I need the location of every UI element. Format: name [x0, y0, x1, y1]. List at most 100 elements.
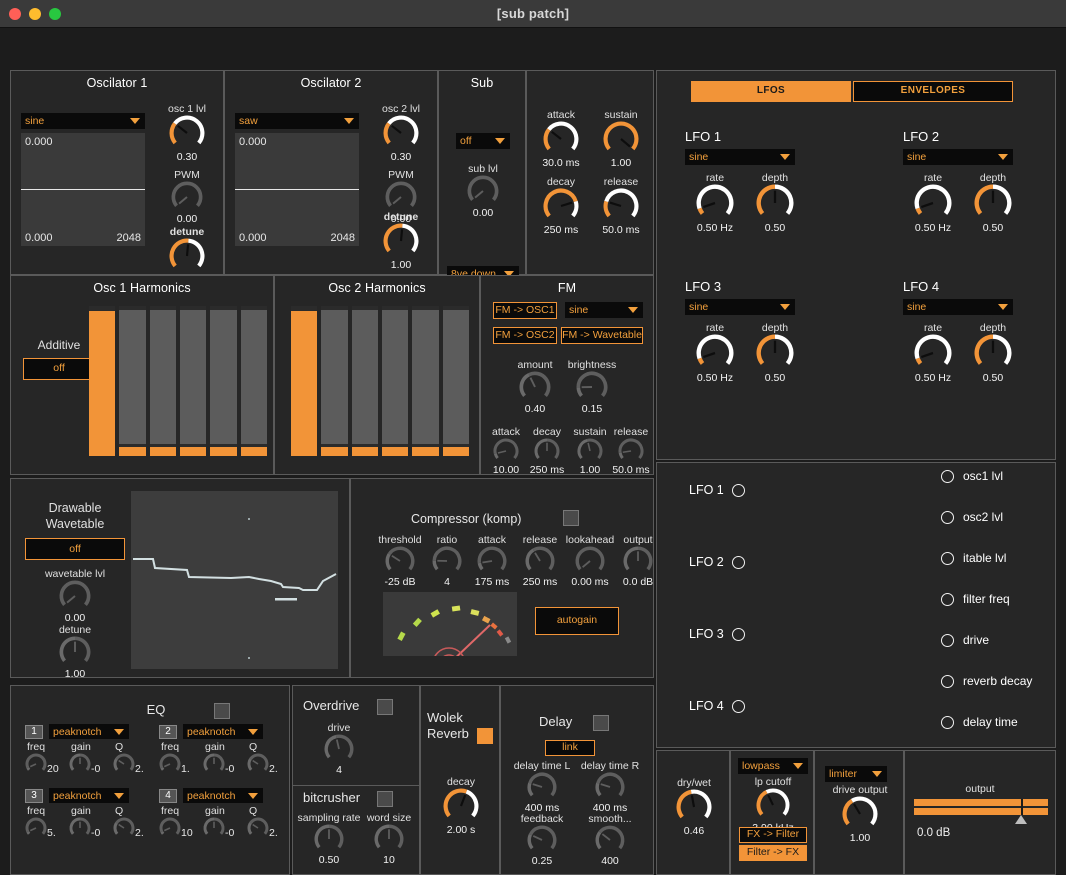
- compressor-lookahead-knob[interactable]: [561, 546, 619, 576]
- reverb-enable-toggle[interactable]: [477, 728, 493, 744]
- wavetable-toggle-button[interactable]: off: [25, 538, 125, 560]
- osc1-harmonic-slider-2[interactable]: [119, 306, 145, 456]
- osc2-pwm-knob[interactable]: [371, 181, 431, 213]
- maximize-icon[interactable]: [49, 8, 61, 20]
- drywet-knob[interactable]: [664, 789, 724, 825]
- osc2-detune-knob[interactable]: [371, 223, 431, 259]
- osc2-wavetable-display[interactable]: 0.000 0.000 2048: [235, 133, 359, 246]
- osc2-harmonic-slider-1[interactable]: [291, 306, 317, 456]
- fm-attack-knob[interactable]: [485, 438, 527, 464]
- mod-source-radio-4[interactable]: [732, 700, 745, 713]
- lfo-2-depth-knob[interactable]: [963, 184, 1023, 222]
- sub-enable-select[interactable]: off: [456, 133, 510, 149]
- wavetable-draw-canvas[interactable]: [131, 491, 338, 669]
- lfo-3-depth-knob[interactable]: [745, 334, 805, 372]
- eq-enable-toggle[interactable]: [214, 703, 230, 719]
- compressor-ratio-knob[interactable]: [426, 546, 468, 576]
- bitcrusher-wordsize-knob[interactable]: [359, 824, 419, 854]
- eq-band-2-q-knob[interactable]: [247, 753, 269, 775]
- fm-decay-knob[interactable]: [526, 438, 568, 464]
- filter-to-fx-button[interactable]: Filter -> FX: [739, 845, 807, 861]
- osc1-detune-knob[interactable]: [157, 238, 217, 274]
- delay-time-r-knob[interactable]: [575, 772, 645, 802]
- mod-dest-radio-3[interactable]: [941, 552, 954, 565]
- fx-to-filter-button[interactable]: FX -> Filter: [739, 827, 807, 843]
- compressor-output-knob[interactable]: [615, 546, 661, 576]
- osc1-waveform-select[interactable]: sine: [21, 113, 145, 129]
- tab-lfos[interactable]: LFOS: [691, 81, 851, 102]
- eq-band-3-q-knob[interactable]: [113, 817, 135, 839]
- overdrive-drive-knob[interactable]: [311, 734, 367, 764]
- mod-dest-radio-7[interactable]: [941, 716, 954, 729]
- eq-band-3-type-select[interactable]: peaknotch: [49, 788, 129, 803]
- eq-band-4-gain-knob[interactable]: [203, 817, 225, 839]
- mod-dest-radio-6[interactable]: [941, 675, 954, 688]
- delay-enable-toggle[interactable]: [593, 715, 609, 731]
- osc2-harmonic-slider-3[interactable]: [352, 306, 378, 456]
- amp-release-knob[interactable]: [591, 188, 651, 224]
- delay-smoothing-knob[interactable]: [575, 825, 645, 855]
- eq-band-1-freq-knob[interactable]: [25, 753, 47, 775]
- delay-feedback-knob[interactable]: [509, 825, 575, 855]
- lfo-3-waveform-select[interactable]: sine: [685, 299, 795, 315]
- mod-source-radio-1[interactable]: [732, 484, 745, 497]
- mod-dest-radio-5[interactable]: [941, 634, 954, 647]
- eq-band-4-q-knob[interactable]: [247, 817, 269, 839]
- eq-band-4-type-select[interactable]: peaknotch: [183, 788, 263, 803]
- eq-band-1-type-select[interactable]: peaknotch: [49, 724, 129, 739]
- fm-brightness-knob[interactable]: [561, 371, 623, 403]
- osc1-harmonic-slider-5[interactable]: [210, 306, 236, 456]
- sub-level-knob[interactable]: [453, 175, 513, 207]
- minimize-icon[interactable]: [29, 8, 41, 20]
- amp-attack-knob[interactable]: [531, 121, 591, 157]
- eq-band-4-freq-knob[interactable]: [159, 817, 181, 839]
- bitcrusher-enable-toggle[interactable]: [377, 791, 393, 807]
- lfo-4-waveform-select[interactable]: sine: [903, 299, 1013, 315]
- fm-to-osc1-button[interactable]: FM -> OSC1: [493, 302, 557, 319]
- osc2-level-knob[interactable]: [371, 115, 431, 151]
- mod-dest-radio-2[interactable]: [941, 511, 954, 524]
- lfo-2-rate-knob[interactable]: [903, 184, 963, 222]
- osc1-pwm-knob[interactable]: [157, 181, 217, 213]
- bitcrusher-rate-knob[interactable]: [295, 824, 363, 854]
- osc2-harmonic-slider-5[interactable]: [412, 306, 438, 456]
- delay-time-l-knob[interactable]: [509, 772, 575, 802]
- mod-source-radio-3[interactable]: [732, 628, 745, 641]
- delay-link-button[interactable]: link: [545, 740, 595, 756]
- compressor-attack-knob[interactable]: [468, 546, 516, 576]
- mod-source-radio-2[interactable]: [732, 556, 745, 569]
- compressor-threshold-knob[interactable]: [373, 546, 427, 576]
- lfo-3-rate-knob[interactable]: [685, 334, 745, 372]
- lfo-2-waveform-select[interactable]: sine: [903, 149, 1013, 165]
- mod-dest-radio-4[interactable]: [941, 593, 954, 606]
- osc1-level-knob[interactable]: [157, 115, 217, 151]
- osc2-harmonic-slider-4[interactable]: [382, 306, 408, 456]
- eq-band-3-freq-knob[interactable]: [25, 817, 47, 839]
- fm-amount-knob[interactable]: [507, 371, 563, 403]
- osc1-harmonic-slider-3[interactable]: [150, 306, 176, 456]
- eq-band-1-gain-knob[interactable]: [69, 753, 91, 775]
- additive-toggle-button[interactable]: off: [23, 358, 95, 380]
- wavetable-detune-knob[interactable]: [25, 636, 125, 668]
- autogain-button[interactable]: autogain: [535, 607, 619, 635]
- compressor-enable-toggle[interactable]: [563, 510, 579, 526]
- mod-dest-radio-1[interactable]: [941, 470, 954, 483]
- tab-envelopes[interactable]: ENVELOPES: [853, 81, 1013, 102]
- osc1-harmonic-slider-4[interactable]: [180, 306, 206, 456]
- lfo-1-rate-knob[interactable]: [685, 184, 745, 222]
- osc2-waveform-select[interactable]: saw: [235, 113, 359, 129]
- output-slider-handle[interactable]: [1015, 815, 1027, 824]
- eq-band-2-type-select[interactable]: peaknotch: [183, 724, 263, 739]
- osc2-harmonic-slider-2[interactable]: [321, 306, 347, 456]
- eq-band-1-q-knob[interactable]: [113, 753, 135, 775]
- filter-type-select[interactable]: lowpass: [738, 758, 808, 774]
- lfo-4-depth-knob[interactable]: [963, 334, 1023, 372]
- compressor-release-knob[interactable]: [516, 546, 564, 576]
- amp-decay-knob[interactable]: [531, 188, 591, 224]
- lfo-4-rate-knob[interactable]: [903, 334, 963, 372]
- amp-sustain-knob[interactable]: [591, 121, 651, 157]
- eq-band-2-freq-knob[interactable]: [159, 753, 181, 775]
- osc1-wavetable-display[interactable]: 0.000 0.000 2048: [21, 133, 145, 246]
- fm-release-knob[interactable]: [609, 438, 653, 464]
- close-icon[interactable]: [9, 8, 21, 20]
